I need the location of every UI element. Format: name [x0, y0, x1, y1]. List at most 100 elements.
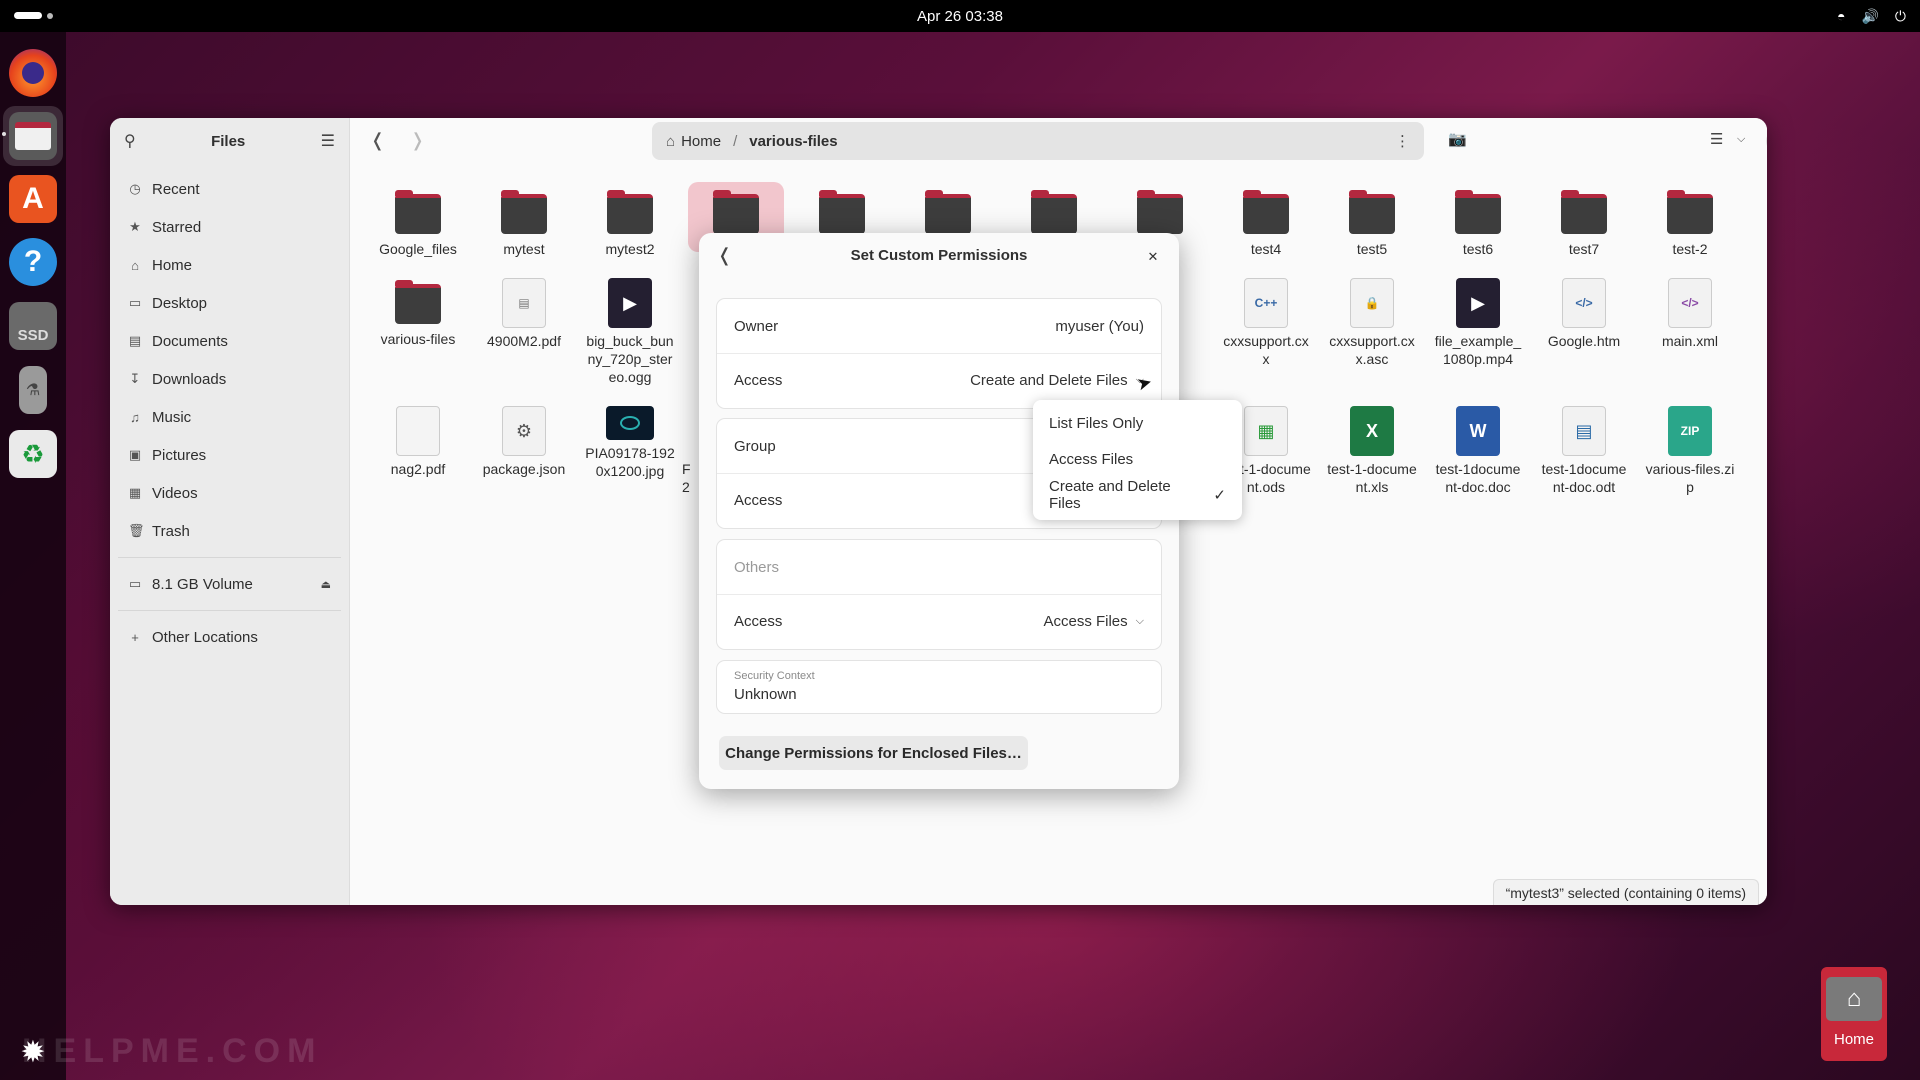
access-dropdown-menu: List Files Only Access Files Create and …: [1033, 400, 1242, 520]
folder-icon: [1455, 190, 1501, 234]
activities-button[interactable]: [14, 12, 53, 19]
ssd-drive-icon[interactable]: SSD: [9, 302, 57, 350]
others-row: Others: [717, 540, 1161, 594]
group-access-label: Access: [734, 492, 783, 509]
folder-item[interactable]: test5: [1327, 190, 1417, 258]
file-label: 4900M2.pdf: [487, 333, 561, 349]
sidebar-item-desktop[interactable]: ▭ Desktop: [110, 284, 349, 322]
trash-icon: 🗑: [128, 523, 145, 538]
file-label: main.xml: [1661, 333, 1718, 349]
menu-item-label: Access Files: [1049, 450, 1134, 468]
sidebar-divider: [118, 610, 341, 611]
file-item[interactable]: ▶ big_buck_bunny_720p_stereo.ogg: [585, 278, 675, 386]
close-icon[interactable]: ✕: [1141, 245, 1165, 269]
file-item[interactable]: Xtest-1-document.xls: [1327, 406, 1417, 496]
sidebar-item-trash[interactable]: 🗑 Trash: [110, 512, 349, 550]
sidebar-item-label: 8.1 GB Volume: [152, 575, 253, 593]
star-icon: ★: [129, 219, 141, 234]
forward-arrow-icon[interactable]: ❭: [410, 130, 425, 151]
new-folder-icon[interactable]: 📷: [1448, 130, 1467, 148]
folder-item[interactable]: mytest2: [585, 190, 675, 258]
file-item[interactable]: ▤ test-1document-doc.odt: [1539, 406, 1629, 496]
sidebar-item-label: Home: [152, 256, 193, 274]
owner-access-dropdown[interactable]: Create and Delete Files ⌵: [970, 372, 1144, 389]
sidebar-item-label: Other Locations: [152, 628, 258, 646]
sidebar-item-other-locations[interactable]: + Other Locations: [110, 618, 349, 656]
sidebar-item-music[interactable]: ♫ Music: [110, 398, 349, 436]
trash-recycle-icon[interactable]: ♻: [9, 430, 57, 478]
view-options-chevron-icon[interactable]: ⌵: [1737, 133, 1745, 146]
sidebar-item-volume[interactable]: ▭ 8.1 GB Volume ⏏: [110, 565, 349, 603]
menu-item-label: Create and Delete Files: [1049, 478, 1171, 512]
folder-icon: [395, 280, 441, 324]
file-item[interactable]: C++ cxxsupport.cxx: [1221, 278, 1311, 368]
text-document-icon: ▤: [1562, 406, 1606, 456]
kebab-menu-icon[interactable]: ⋮: [1395, 132, 1410, 150]
usb-drive-icon[interactable]: ⚗: [19, 366, 47, 414]
folder-item[interactable]: various-files: [373, 280, 463, 348]
owner-access-row[interactable]: Access Create and Delete Files ⌵: [717, 353, 1161, 407]
clock[interactable]: Apr 26 03:38: [917, 8, 1003, 25]
breadcrumb-current[interactable]: various-files: [749, 133, 837, 150]
sidebar-item-videos[interactable]: ▦ Videos: [110, 474, 349, 512]
menu-item-access-files[interactable]: Access Files: [1033, 441, 1242, 477]
file-item[interactable]: ▤ 4900M2.pdf: [479, 278, 569, 350]
zip-archive-icon: ZIP: [1668, 406, 1712, 456]
file-label: test-2: [1672, 241, 1708, 257]
video-icon: ▦: [128, 485, 142, 500]
file-item[interactable]: ⚙ package.json: [479, 406, 569, 478]
app-center-icon[interactable]: A: [9, 175, 57, 223]
status-bar: “mytest3” selected (containing 0 items): [1492, 879, 1759, 905]
firefox-icon[interactable]: [9, 49, 57, 97]
file-item[interactable]: PIA09178-1920x1200.jpg: [585, 406, 675, 480]
file-item[interactable]: </> Google.htm: [1539, 278, 1629, 350]
folder-icon: [1561, 190, 1607, 234]
folder-item[interactable]: Google_files: [373, 190, 463, 258]
html-code-icon: </>: [1562, 278, 1606, 328]
change-enclosed-permissions-button[interactable]: Change Permissions for Enclosed Files…: [719, 736, 1028, 770]
sidebar-item-label: Videos: [152, 484, 198, 502]
file-item[interactable]: nag2.pdf: [373, 406, 463, 478]
others-access-dropdown[interactable]: Access Files ⌵: [1043, 613, 1144, 630]
workspace-indicator-active: [14, 12, 42, 19]
sidebar-item-starred[interactable]: ★ Starred: [110, 208, 349, 246]
file-label: test-1document-doc.doc: [1435, 461, 1521, 495]
folder-item[interactable]: test-2: [1645, 190, 1735, 258]
sidebar-item-documents[interactable]: ▤ Documents: [110, 322, 349, 360]
music-icon: ♫: [130, 409, 140, 425]
eject-icon[interactable]: ⏏: [321, 578, 331, 591]
owner-row: Owner myuser (You): [717, 299, 1161, 353]
sidebar-item-pictures[interactable]: ▣ Pictures: [110, 436, 349, 474]
sidebar-item-downloads[interactable]: ↧ Downloads: [110, 360, 349, 398]
lock-pgp-icon: 🔒: [1350, 278, 1394, 328]
sidebar-item-recent[interactable]: ◷ Recent: [110, 170, 349, 208]
header-bar: ❬ ❭ ⌂ Home / various-files ⋮ 📷 ☰ ⌵ – □ ✕: [350, 118, 1767, 164]
back-arrow-icon[interactable]: ❬: [370, 130, 385, 151]
folder-item[interactable]: test4: [1221, 190, 1311, 258]
minimize-button[interactable]: –: [1766, 129, 1767, 153]
desktop-home-shortcut[interactable]: ⌂ Home: [1821, 967, 1887, 1061]
help-icon[interactable]: ?: [9, 238, 57, 286]
file-item[interactable]: 🔒 cxxsupport.cxx.asc: [1327, 278, 1417, 368]
folder-icon: [1349, 190, 1395, 234]
hamburger-menu-icon[interactable]: ☰: [321, 131, 335, 151]
file-item[interactable]: Wtest-1document-doc.doc: [1433, 406, 1523, 496]
security-context-label: Security Context: [734, 670, 815, 682]
folder-item[interactable]: test7: [1539, 190, 1629, 258]
sidebar-item-home[interactable]: ⌂ Home: [110, 246, 349, 284]
search-icon[interactable]: ⚲: [124, 131, 136, 151]
file-item[interactable]: ZIP various-files.zip: [1645, 406, 1735, 496]
files-icon[interactable]: [9, 112, 57, 160]
network-icon: ◓: [1837, 8, 1846, 24]
others-access-row[interactable]: Access Access Files ⌵: [717, 594, 1161, 648]
sidebar-item-label: Downloads: [152, 370, 227, 388]
menu-item-list-files-only[interactable]: List Files Only: [1033, 405, 1242, 441]
menu-item-create-delete-files[interactable]: Create and Delete Files ✓: [1033, 477, 1242, 513]
breadcrumb-home[interactable]: Home: [681, 133, 721, 150]
file-item[interactable]: </> main.xml: [1645, 278, 1735, 350]
list-view-icon[interactable]: ☰: [1710, 130, 1723, 148]
file-item[interactable]: ▶ file_example_1080p.mp4: [1433, 278, 1523, 368]
system-tray[interactable]: ◓ 🔊 ⏻: [1837, 0, 1906, 32]
folder-item[interactable]: test6: [1433, 190, 1523, 258]
folder-item[interactable]: mytest: [479, 190, 569, 258]
